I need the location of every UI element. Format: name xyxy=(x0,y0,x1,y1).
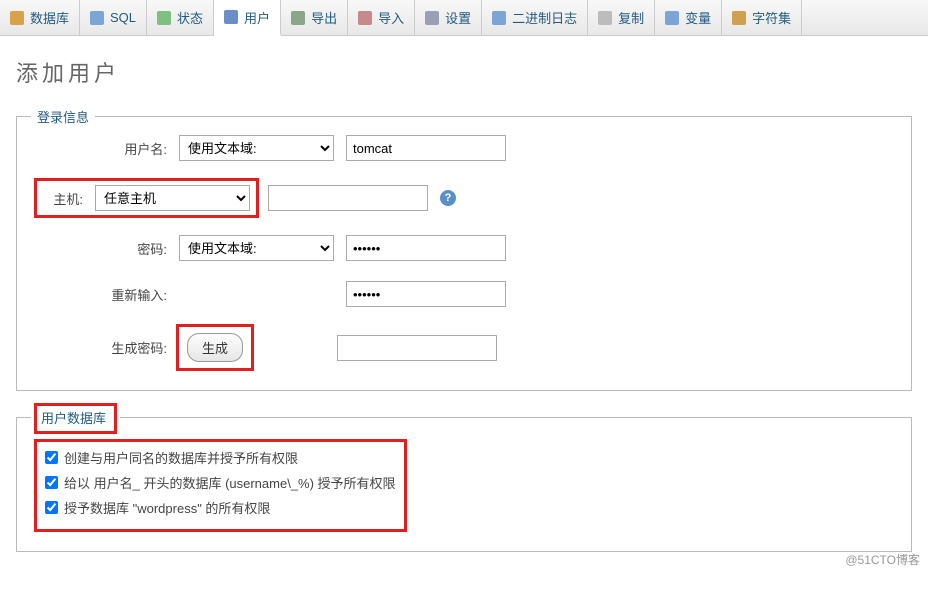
tab-users[interactable]: 用户 xyxy=(214,0,281,36)
tab-label: 设置 xyxy=(445,8,471,27)
tab-export[interactable]: 导出 xyxy=(281,0,348,35)
tab-database[interactable]: 数据库 xyxy=(0,0,80,35)
check-create-same-db[interactable]: 创建与用户同名的数据库并授予所有权限 xyxy=(45,448,396,467)
checkbox-2[interactable] xyxy=(45,476,58,489)
user-db-checks: 创建与用户同名的数据库并授予所有权限 给以 用户名_ 开头的数据库 (usern… xyxy=(37,442,404,529)
password-mode-select[interactable]: 使用文本域: xyxy=(179,235,334,261)
tab-sql[interactable]: SQL xyxy=(80,0,147,35)
database-icon xyxy=(10,11,24,25)
username-input[interactable] xyxy=(346,135,506,161)
check-label: 给以 用户名_ 开头的数据库 (username\_%) 授予所有权限 xyxy=(64,473,396,492)
tab-label: 导入 xyxy=(378,8,404,27)
tab-label: 用户 xyxy=(244,8,270,27)
import-icon xyxy=(358,11,372,25)
generate-highlight: 生成 xyxy=(179,327,251,368)
tab-binlog[interactable]: 二进制日志 xyxy=(482,0,588,35)
retype-input[interactable] xyxy=(346,281,506,307)
watermark: @51CTO博客 xyxy=(845,551,920,568)
export-icon xyxy=(291,11,305,25)
tab-variables[interactable]: 变量 xyxy=(655,0,722,35)
generate-label: 生成密码: xyxy=(37,338,167,357)
charset-icon xyxy=(732,11,746,25)
host-row: 主机: 任意主机 ? xyxy=(37,181,891,215)
variables-icon xyxy=(665,11,679,25)
username-mode-select[interactable]: 使用文本域: xyxy=(179,135,334,161)
username-label: 用户名: xyxy=(37,139,167,158)
generate-button[interactable]: 生成 xyxy=(187,333,243,362)
check-grant-wordpress[interactable]: 授予数据库 "wordpress" 的所有权限 xyxy=(45,498,396,517)
password-row: 密码: 使用文本域: xyxy=(37,235,891,261)
tab-label: SQL xyxy=(110,10,136,25)
check-grant-prefix[interactable]: 给以 用户名_ 开头的数据库 (username\_%) 授予所有权限 xyxy=(45,473,396,492)
tab-label: 数据库 xyxy=(30,8,69,27)
status-icon xyxy=(157,11,171,25)
page-title: 添加用户 xyxy=(16,56,912,88)
password-label: 密码: xyxy=(37,239,167,258)
tab-label: 导出 xyxy=(311,8,337,27)
password-input[interactable] xyxy=(346,235,506,261)
replication-icon xyxy=(598,11,612,25)
tab-status[interactable]: 状态 xyxy=(147,0,214,35)
tab-label: 复制 xyxy=(618,8,644,27)
login-info-legend: 登录信息 xyxy=(31,107,95,126)
retype-label: 重新输入: xyxy=(37,285,167,304)
tab-settings[interactable]: 设置 xyxy=(415,0,482,35)
tab-label: 变量 xyxy=(685,8,711,27)
tab-label: 字符集 xyxy=(752,8,791,27)
generate-output[interactable] xyxy=(337,335,497,361)
tab-charsets[interactable]: 字符集 xyxy=(722,0,802,35)
host-mode-select[interactable]: 任意主机 xyxy=(95,185,250,211)
tab-replication[interactable]: 复制 xyxy=(588,0,655,35)
page-content: 添加用户 登录信息 用户名: 使用文本域: 主机: 任意主机 ? 密码: 使用文… xyxy=(0,36,928,598)
check-label: 创建与用户同名的数据库并授予所有权限 xyxy=(64,448,298,467)
checkbox-3[interactable] xyxy=(45,501,58,514)
user-db-legend: 用户数据库 xyxy=(37,406,114,431)
login-info-fieldset: 登录信息 用户名: 使用文本域: 主机: 任意主机 ? 密码: 使用文本域: xyxy=(16,116,912,391)
check-label: 授予数据库 "wordpress" 的所有权限 xyxy=(64,498,270,517)
sql-icon xyxy=(90,11,104,25)
top-tabbar: 数据库 SQL 状态 用户 导出 导入 设置 二进制日志 复制 变量 字符集 xyxy=(0,0,928,36)
host-input[interactable] xyxy=(268,185,428,211)
checkbox-1[interactable] xyxy=(45,451,58,464)
tab-import[interactable]: 导入 xyxy=(348,0,415,35)
username-row: 用户名: 使用文本域: xyxy=(37,135,891,161)
generate-row: 生成密码: 生成 xyxy=(37,327,891,368)
help-icon[interactable]: ? xyxy=(440,190,456,206)
tab-label: 二进制日志 xyxy=(512,8,577,27)
host-highlight: 主机: 任意主机 xyxy=(37,181,256,215)
gear-icon xyxy=(425,11,439,25)
host-label: 主机: xyxy=(43,189,83,208)
tab-label: 状态 xyxy=(177,8,203,27)
binlog-icon xyxy=(492,11,506,25)
user-db-legend-wrap: 用户数据库 xyxy=(31,406,120,431)
retype-row: 重新输入: xyxy=(37,281,891,307)
user-icon xyxy=(224,10,238,24)
user-database-fieldset: 用户数据库 创建与用户同名的数据库并授予所有权限 给以 用户名_ 开头的数据库 … xyxy=(16,417,912,552)
